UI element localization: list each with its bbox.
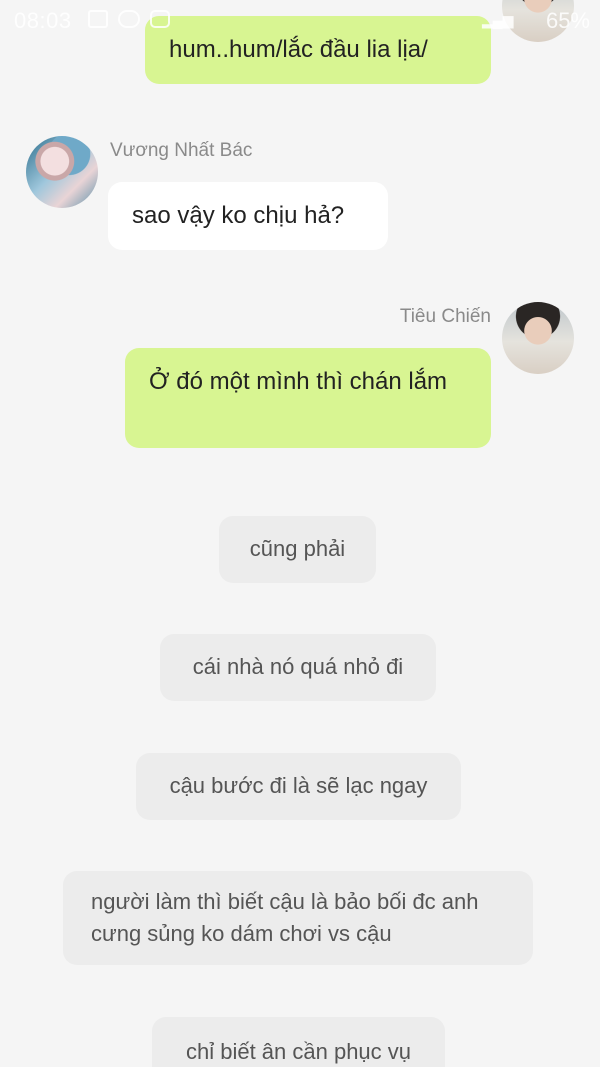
message-text: hum..hum/lắc đầu lia lịa/ bbox=[169, 36, 428, 63]
app-icon bbox=[150, 10, 170, 28]
message-text: Ở đó một mình thì chán lắm bbox=[149, 368, 448, 395]
message-bubble-outgoing: Ở đó một mình thì chán lắm bbox=[125, 348, 491, 448]
battery-level: 65% bbox=[545, 8, 590, 33]
signal-icon: ▂▄▆ bbox=[482, 12, 514, 28]
sender-name: Tiêu Chiến bbox=[399, 306, 491, 327]
image-icon bbox=[88, 10, 108, 28]
status-time: 08:03 bbox=[14, 8, 72, 33]
status-bar: 08:03 ▂▄▆ 65% bbox=[0, 0, 600, 40]
reply-option[interactable]: chỉ biết ân cần phục vụ bbox=[152, 1017, 445, 1067]
reply-option-text: cậu bước đi là sẽ lạc ngay bbox=[169, 773, 428, 798]
reply-option-text: cái nhà nó quá nhỏ đi bbox=[192, 654, 404, 679]
avatar-tieu-chien[interactable] bbox=[502, 302, 574, 374]
chat-screen: 08:03 ▂▄▆ 65% hum..hum/lắc đầu lia lịa/ … bbox=[0, 0, 600, 1067]
reply-option[interactable]: người làm thì biết cậu là bảo bối đc anh… bbox=[63, 871, 533, 965]
reply-option-text: người làm thì biết cậu là bảo bối đc anh… bbox=[91, 889, 479, 946]
reply-option[interactable]: cậu bước đi là sẽ lạc ngay bbox=[136, 753, 461, 820]
reply-option[interactable]: cái nhà nó quá nhỏ đi bbox=[160, 634, 436, 701]
message-text: sao vậy ko chịu hả? bbox=[132, 202, 345, 229]
reply-option[interactable]: cũng phải bbox=[219, 516, 376, 583]
sender-name: Vương Nhất Bác bbox=[110, 140, 253, 161]
message-icon bbox=[118, 10, 140, 28]
avatar-vuong-nhat-bac[interactable] bbox=[26, 136, 98, 208]
reply-option-text: cũng phải bbox=[249, 536, 346, 561]
message-bubble-incoming: sao vậy ko chịu hả? bbox=[108, 182, 388, 250]
reply-option-text: chỉ biết ân cần phục vụ bbox=[185, 1039, 412, 1064]
